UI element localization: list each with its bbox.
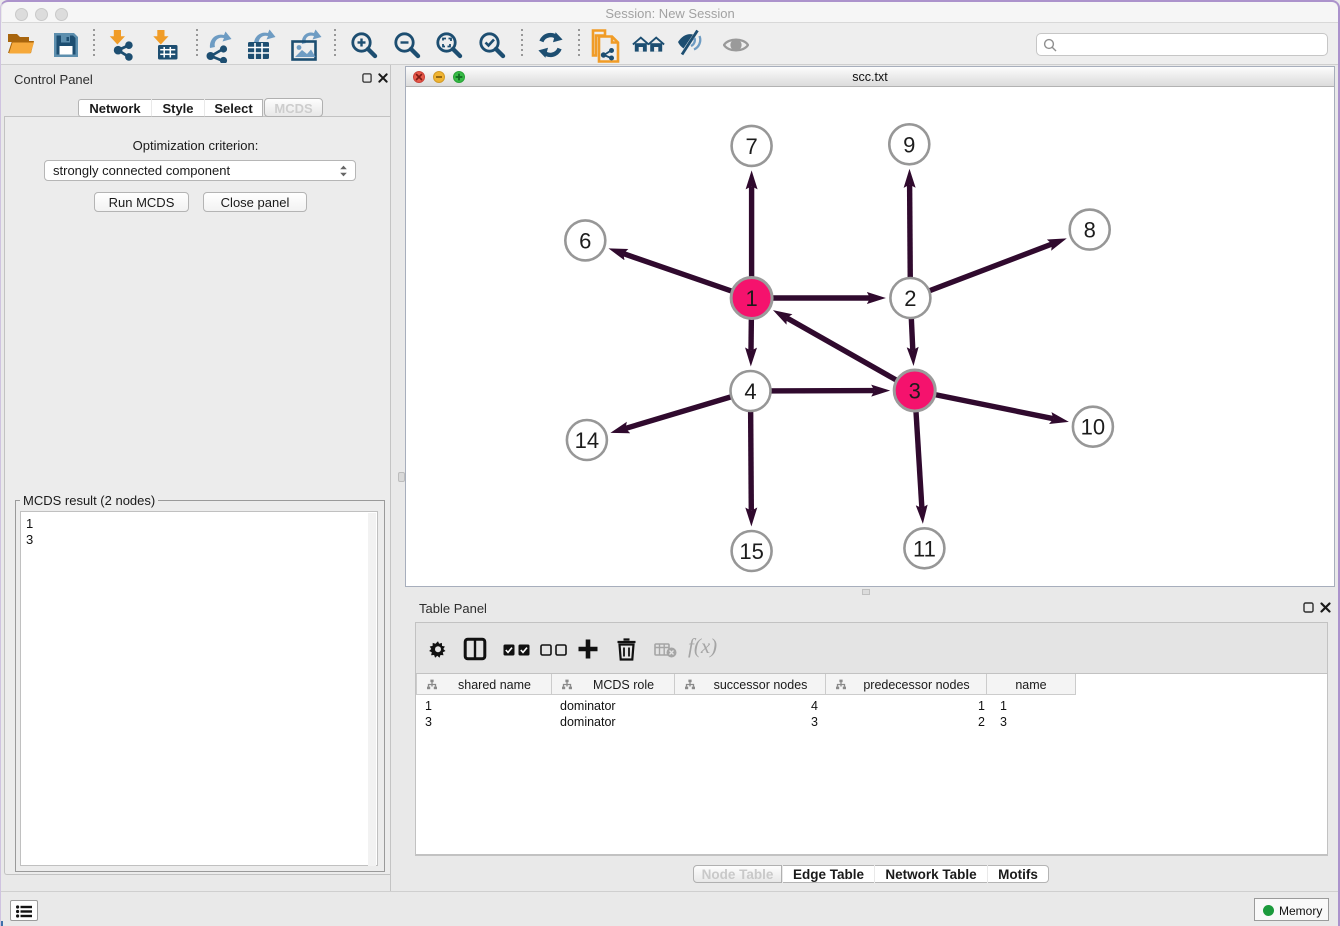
svg-text:8: 8 [1084,218,1096,243]
svg-text:10: 10 [1081,415,1105,440]
svg-text:4: 4 [744,379,756,404]
svg-text:11: 11 [913,536,936,561]
svg-text:6: 6 [579,228,591,253]
svg-text:1: 1 [745,286,757,311]
svg-text:7: 7 [745,134,757,159]
svg-text:15: 15 [739,539,763,564]
svg-text:2: 2 [904,286,916,311]
svg-text:14: 14 [575,428,599,453]
svg-text:3: 3 [909,379,921,404]
svg-text:9: 9 [903,132,915,157]
